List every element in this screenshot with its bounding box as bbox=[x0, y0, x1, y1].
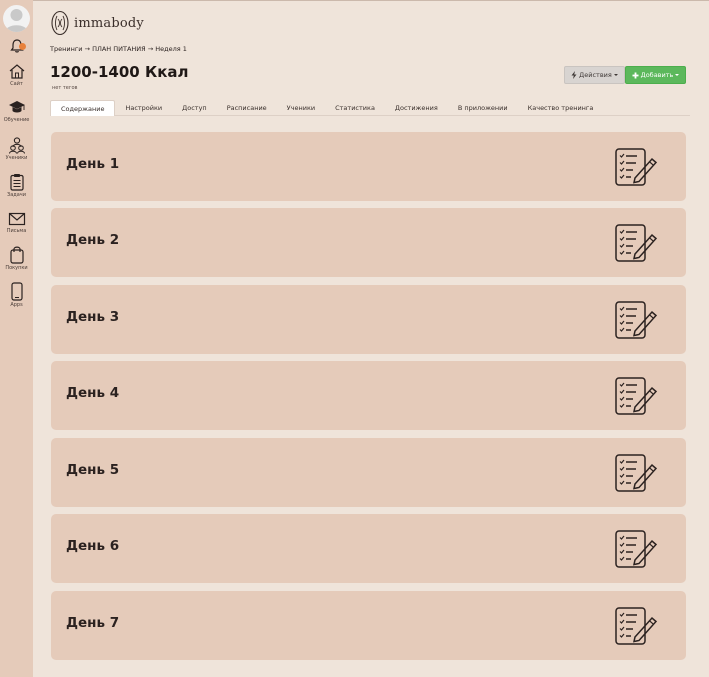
tab-statistics[interactable]: Статистика bbox=[325, 100, 385, 116]
logo[interactable]: immabody bbox=[50, 10, 144, 36]
main-content: immabody Тренинги → ПЛАН ПИТАНИЯ → Недел… bbox=[33, 0, 709, 677]
checklist-edit-icon bbox=[615, 148, 658, 186]
day-card[interactable]: День 1 bbox=[51, 132, 686, 201]
mobile-phone-icon bbox=[10, 282, 23, 301]
sidebar-item-notifications[interactable] bbox=[0, 38, 33, 54]
breadcrumb-meal-plan[interactable]: ПЛАН ПИТАНИЯ bbox=[92, 45, 146, 53]
breadcrumb-separator: → bbox=[82, 45, 93, 53]
day-card[interactable]: День 2 bbox=[51, 208, 686, 277]
sidebar-item-site[interactable]: Сайт bbox=[0, 63, 33, 87]
day-card[interactable]: День 5 bbox=[51, 438, 686, 507]
breadcrumb: Тренинги → ПЛАН ПИТАНИЯ → Неделя 1 bbox=[50, 45, 187, 53]
tab-bar: Содержание Настройки Доступ Расписание У… bbox=[50, 100, 690, 116]
actions-button[interactable]: Действия bbox=[564, 66, 625, 84]
sidebar-item-apps[interactable]: Apps bbox=[0, 282, 33, 308]
clipboard-icon bbox=[9, 174, 24, 191]
sidebar-item-students[interactable]: Ученики bbox=[0, 136, 33, 161]
checklist-edit-icon bbox=[615, 530, 658, 568]
checklist-edit-icon bbox=[615, 607, 658, 645]
breadcrumb-week[interactable]: Неделя 1 bbox=[155, 45, 187, 53]
chevron-down-icon bbox=[675, 74, 680, 76]
sidebar: Сайт Обучение Ученики Задачи Письма Поку… bbox=[0, 0, 33, 677]
add-button-label: Добавить bbox=[640, 71, 674, 79]
breadcrumb-trainings[interactable]: Тренинги bbox=[50, 45, 82, 53]
sidebar-label-students: Ученики bbox=[5, 155, 28, 161]
sidebar-label-tasks: Задачи bbox=[7, 192, 26, 198]
day-card[interactable]: День 4 bbox=[51, 361, 686, 430]
checklist-edit-icon bbox=[615, 224, 658, 262]
sidebar-label-site: Сайт bbox=[10, 81, 23, 87]
day-title: День 5 bbox=[66, 462, 120, 478]
day-title: День 2 bbox=[66, 232, 120, 248]
checklist-edit-icon bbox=[615, 301, 658, 339]
sidebar-label-learning: Обучение bbox=[3, 117, 30, 123]
tab-achievements[interactable]: Достижения bbox=[385, 100, 448, 116]
day-card[interactable]: День 3 bbox=[51, 285, 686, 354]
sidebar-label-apps: Apps bbox=[10, 302, 23, 308]
page-title: 1200-1400 Ккал bbox=[50, 63, 189, 81]
shopping-bag-icon bbox=[9, 246, 24, 264]
day-title: День 7 bbox=[66, 615, 120, 631]
tab-access[interactable]: Доступ bbox=[172, 100, 217, 116]
day-card[interactable]: День 7 bbox=[51, 591, 686, 660]
day-card[interactable]: День 6 bbox=[51, 514, 686, 583]
day-title: День 4 bbox=[66, 385, 120, 401]
notification-badge bbox=[19, 43, 26, 50]
tab-schedule[interactable]: Расписание bbox=[217, 100, 277, 116]
sidebar-item-tasks[interactable]: Задачи bbox=[0, 173, 33, 198]
add-button[interactable]: Добавить bbox=[625, 66, 686, 84]
day-title: День 1 bbox=[66, 156, 120, 172]
checklist-edit-icon bbox=[615, 377, 658, 415]
day-title: День 3 bbox=[66, 309, 120, 325]
home-icon bbox=[9, 64, 24, 79]
breadcrumb-separator: → bbox=[145, 45, 156, 53]
graduation-cap-icon bbox=[8, 101, 25, 113]
avatar-icon bbox=[5, 9, 28, 32]
envelope-icon bbox=[8, 212, 25, 226]
sidebar-label-purchases: Покупки bbox=[5, 265, 28, 271]
plus-icon bbox=[632, 72, 639, 78]
checklist-edit-icon bbox=[615, 454, 658, 492]
top-divider bbox=[33, 0, 709, 1]
tab-settings[interactable]: Настройки bbox=[115, 100, 172, 116]
sidebar-item-learning[interactable]: Обучение bbox=[0, 99, 33, 123]
students-icon bbox=[8, 137, 25, 154]
tab-in-app[interactable]: В приложении bbox=[448, 100, 518, 116]
tab-training-quality[interactable]: Качество тренинга bbox=[518, 100, 604, 116]
sidebar-item-purchases[interactable]: Покупки bbox=[0, 245, 33, 271]
logo-emblem-icon bbox=[51, 10, 69, 36]
logo-text: immabody bbox=[74, 15, 144, 31]
tab-students[interactable]: Ученики bbox=[277, 100, 325, 116]
user-avatar[interactable] bbox=[3, 5, 30, 32]
tags-text: нет тегов bbox=[52, 85, 78, 91]
sidebar-item-letters[interactable]: Письма bbox=[0, 211, 33, 234]
sidebar-label-letters: Письма bbox=[6, 228, 27, 234]
chevron-down-icon bbox=[613, 74, 618, 76]
day-title: День 6 bbox=[66, 538, 120, 554]
actions-button-label: Действия bbox=[579, 71, 612, 79]
tab-content[interactable]: Содержание bbox=[50, 100, 116, 116]
lightning-icon bbox=[571, 71, 577, 79]
